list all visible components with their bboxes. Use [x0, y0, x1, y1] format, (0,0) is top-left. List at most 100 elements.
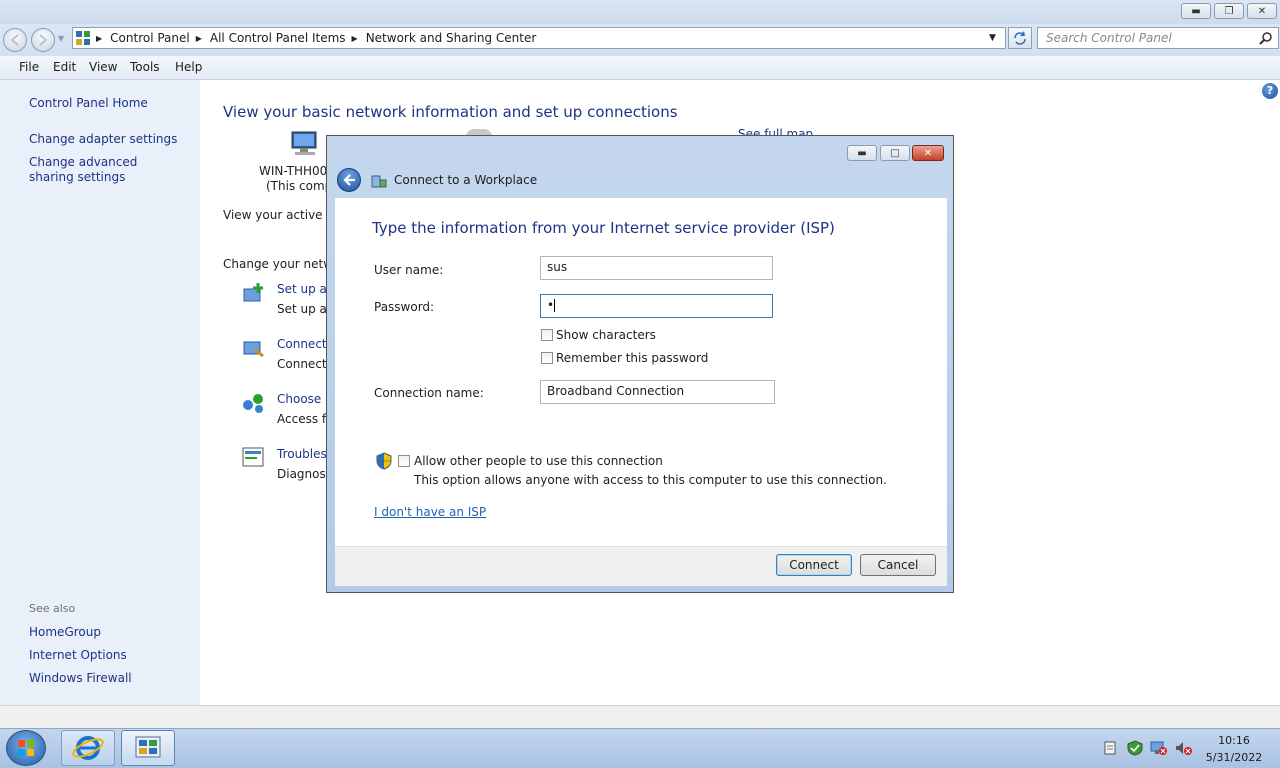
control-panel-taskbar-icon [135, 736, 161, 758]
back-button[interactable] [3, 28, 27, 52]
volume-muted-icon[interactable] [1174, 740, 1192, 756]
menu-help[interactable]: Help [175, 60, 202, 74]
remember-password-checkbox[interactable] [541, 352, 553, 364]
breadcrumb-arrow-icon[interactable]: ▶ [196, 34, 202, 43]
restore-icon: ❐ [1224, 5, 1234, 17]
task-desc-troubleshoot: Diagnose [277, 467, 334, 481]
maximize-icon: □ [890, 147, 900, 159]
address-bar[interactable]: ▶ Control Panel ▶ All Control Panel Item… [72, 27, 1006, 49]
computer-name: WIN-THH00I [259, 164, 331, 178]
menu-view[interactable]: View [89, 60, 117, 74]
search-icon [1259, 32, 1272, 45]
cancel-button[interactable]: Cancel [860, 554, 936, 576]
forward-button[interactable] [31, 28, 55, 52]
troubleshoot-icon [242, 447, 264, 467]
show-characters-checkbox[interactable] [541, 329, 553, 341]
security-shield-icon[interactable] [1126, 740, 1144, 756]
connect-button[interactable]: Connect [776, 554, 852, 576]
task-desc-choose: Access fil [277, 412, 333, 426]
see-also-heading: See also [29, 602, 76, 615]
taskbar [0, 728, 1280, 768]
close-icon: ✕ [1257, 5, 1267, 17]
workplace-icon [371, 175, 387, 188]
internet-explorer-icon [72, 736, 104, 760]
remember-password-label[interactable]: Remember this password [556, 351, 708, 365]
username-field[interactable]: sus [540, 256, 773, 280]
close-button[interactable]: ✕ [1247, 3, 1277, 19]
control-panel-home-link[interactable]: Control Panel Home [29, 96, 148, 110]
start-button[interactable] [6, 730, 46, 766]
change-settings-heading: Change your netwo [223, 257, 341, 271]
connect-workplace-dialog: ▬ □ ✕ Connect to a Workplace Type the in… [326, 135, 954, 593]
active-networks-heading: View your active ne [223, 208, 342, 222]
allow-others-description: This option allows anyone with access to… [414, 473, 887, 487]
windows-logo-icon [18, 740, 34, 756]
homegroup-link[interactable]: HomeGroup [29, 625, 101, 639]
menu-tools[interactable]: Tools [130, 60, 160, 74]
restore-button[interactable]: ❐ [1214, 3, 1244, 19]
connection-name-label: Connection name: [374, 386, 484, 400]
minimize-icon: ▬ [857, 147, 867, 159]
search-input[interactable]: Search Control Panel [1037, 27, 1279, 49]
uac-shield-icon [376, 452, 392, 470]
dialog-body [335, 198, 947, 546]
username-label: User name: [374, 263, 444, 277]
back-arrow-icon [10, 34, 19, 46]
help-icon[interactable]: ? [1262, 83, 1278, 99]
task-desc-connect: Connect [277, 357, 327, 371]
dialog-maximize-button[interactable]: □ [880, 145, 910, 161]
taskbar-internet-explorer[interactable] [61, 730, 115, 766]
password-value: • [547, 298, 555, 312]
dialog-back-button[interactable] [337, 168, 361, 192]
breadcrumb-control-panel[interactable]: Control Panel [110, 31, 190, 45]
breadcrumb-network-center[interactable]: Network and Sharing Center [366, 31, 537, 45]
clock-date[interactable]: 5/31/2022 [1202, 751, 1266, 764]
control-panel-icon [76, 31, 90, 45]
windows-firewall-link[interactable]: Windows Firewall [29, 671, 132, 685]
taskbar-control-panel[interactable] [121, 730, 175, 766]
password-field[interactable]: • [540, 294, 773, 318]
dialog-minimize-button[interactable]: ▬ [847, 145, 877, 161]
connection-name-field[interactable]: Broadband Connection [540, 380, 775, 404]
refresh-icon [1014, 31, 1026, 45]
clock-time[interactable]: 10:16 [1212, 734, 1256, 747]
breadcrumb-all-items[interactable]: All Control Panel Items [210, 31, 346, 45]
homegroup-sharing-icon [243, 394, 263, 413]
action-center-flag-icon[interactable] [1103, 740, 1117, 756]
back-arrow-icon [343, 174, 355, 186]
allow-others-checkbox[interactable] [398, 455, 410, 467]
allow-others-label[interactable]: Allow other people to use this connectio… [414, 454, 663, 468]
dialog-footer [335, 546, 947, 586]
text-caret [554, 299, 556, 312]
password-label: Password: [374, 300, 435, 314]
forward-arrow-icon [39, 34, 48, 46]
new-connection-icon [243, 283, 263, 302]
dialog-title: Connect to a Workplace [394, 173, 538, 187]
refresh-button[interactable] [1008, 27, 1032, 49]
menu-file[interactable]: File [19, 60, 39, 74]
breadcrumb-arrow-icon[interactable]: ▶ [96, 34, 102, 43]
address-dropdown-icon[interactable]: ▼ [989, 33, 996, 43]
minimize-icon: ▬ [1191, 5, 1201, 17]
computer-sub: (This comp [266, 179, 333, 193]
no-isp-link[interactable]: I don't have an ISP [374, 505, 486, 519]
see-full-map-link[interactable]: See full map [738, 127, 813, 135]
menu-edit[interactable]: Edit [53, 60, 76, 74]
network-disconnected-icon[interactable] [1150, 740, 1168, 756]
show-characters-label[interactable]: Show characters [556, 328, 656, 342]
change-adapter-settings-link[interactable]: Change adapter settings [29, 132, 177, 146]
computer-icon [291, 131, 317, 155]
search-placeholder: Search Control Panel [1046, 31, 1172, 45]
window-titlebar [0, 0, 1280, 24]
page-title: View your basic network information and … [223, 103, 678, 121]
internet-options-link[interactable]: Internet Options [29, 648, 127, 662]
breadcrumb-arrow-icon[interactable]: ▶ [352, 34, 358, 43]
task-link-choose[interactable]: Choose h [277, 392, 333, 406]
close-icon: ✕ [923, 147, 933, 159]
minimize-button[interactable]: ▬ [1181, 3, 1211, 19]
change-advanced-sharing-link[interactable]: Change advanced sharing settings [29, 155, 179, 185]
dialog-close-button[interactable]: ✕ [912, 145, 944, 161]
dialog-heading: Type the information from your Internet … [372, 219, 835, 237]
connect-network-icon [243, 341, 264, 358]
recent-pages-icon[interactable]: ▼ [58, 34, 64, 43]
